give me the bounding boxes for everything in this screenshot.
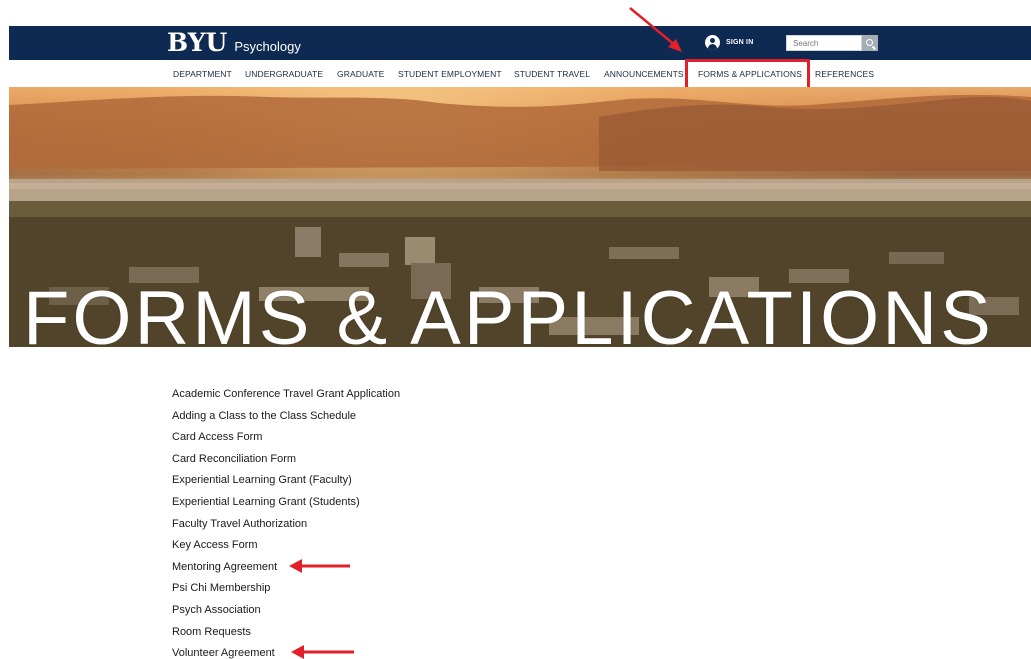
sign-in-label: SIGN IN bbox=[726, 39, 754, 46]
form-link-room-requests[interactable]: Room Requests bbox=[172, 622, 400, 644]
form-link-psych-association[interactable]: Psych Association bbox=[172, 600, 400, 622]
byu-logo-text: BYU bbox=[167, 28, 228, 57]
nav-item-undergraduate[interactable]: UNDERGRADUATE bbox=[245, 69, 323, 79]
nav-item-department[interactable]: DEPARTMENT bbox=[173, 69, 232, 79]
form-link-volunteer-agreement[interactable]: Volunteer Agreement bbox=[172, 643, 400, 659]
hero-banner: FORMS & APPLICATIONS bbox=[9, 87, 1031, 347]
page-title: FORMS & APPLICATIONS bbox=[23, 276, 994, 348]
user-circle-icon bbox=[705, 35, 720, 50]
form-link-card-access-form[interactable]: Card Access Form bbox=[172, 427, 400, 449]
nav-item-announcements[interactable]: ANNOUNCEMENTS bbox=[604, 69, 684, 79]
form-link-adding-a-class[interactable]: Adding a Class to the Class Schedule bbox=[172, 406, 400, 428]
form-link-experiential-learning-grant-students[interactable]: Experiential Learning Grant (Students) bbox=[172, 492, 400, 514]
form-link-faculty-travel-authorization[interactable]: Faculty Travel Authorization bbox=[172, 514, 400, 536]
nav-item-student-employment[interactable]: STUDENT EMPLOYMENT bbox=[398, 69, 502, 79]
form-link-card-reconciliation-form[interactable]: Card Reconciliation Form bbox=[172, 449, 400, 471]
form-link-mentoring-agreement[interactable]: Mentoring Agreement bbox=[172, 557, 400, 579]
search-input[interactable] bbox=[786, 35, 862, 51]
search-button[interactable] bbox=[862, 35, 878, 51]
form-link-experiential-learning-grant-faculty[interactable]: Experiential Learning Grant (Faculty) bbox=[172, 470, 400, 492]
top-header-bar: BYU Psychology SIGN IN bbox=[9, 26, 1031, 60]
form-link-key-access-form[interactable]: Key Access Form bbox=[172, 535, 400, 557]
forms-list: Academic Conference Travel Grant Applica… bbox=[172, 384, 400, 659]
sign-in-button[interactable]: SIGN IN bbox=[705, 35, 753, 50]
department-name: Psychology bbox=[234, 39, 301, 54]
main-navigation: DEPARTMENT UNDERGRADUATE GRADUATE STUDEN… bbox=[9, 60, 1031, 87]
nav-item-references[interactable]: REFERENCES bbox=[815, 69, 874, 79]
form-link-psi-chi-membership[interactable]: Psi Chi Membership bbox=[172, 578, 400, 600]
form-link-academic-conference-travel-grant[interactable]: Academic Conference Travel Grant Applica… bbox=[172, 384, 400, 406]
nav-item-graduate[interactable]: GRADUATE bbox=[337, 69, 384, 79]
page: BYU Psychology SIGN IN DEPARTMENT UNDERG… bbox=[0, 0, 1031, 659]
nav-item-student-travel[interactable]: STUDENT TRAVEL bbox=[514, 69, 590, 79]
search-icon bbox=[865, 38, 873, 46]
byu-psychology-logo[interactable]: BYU Psychology bbox=[167, 29, 301, 61]
